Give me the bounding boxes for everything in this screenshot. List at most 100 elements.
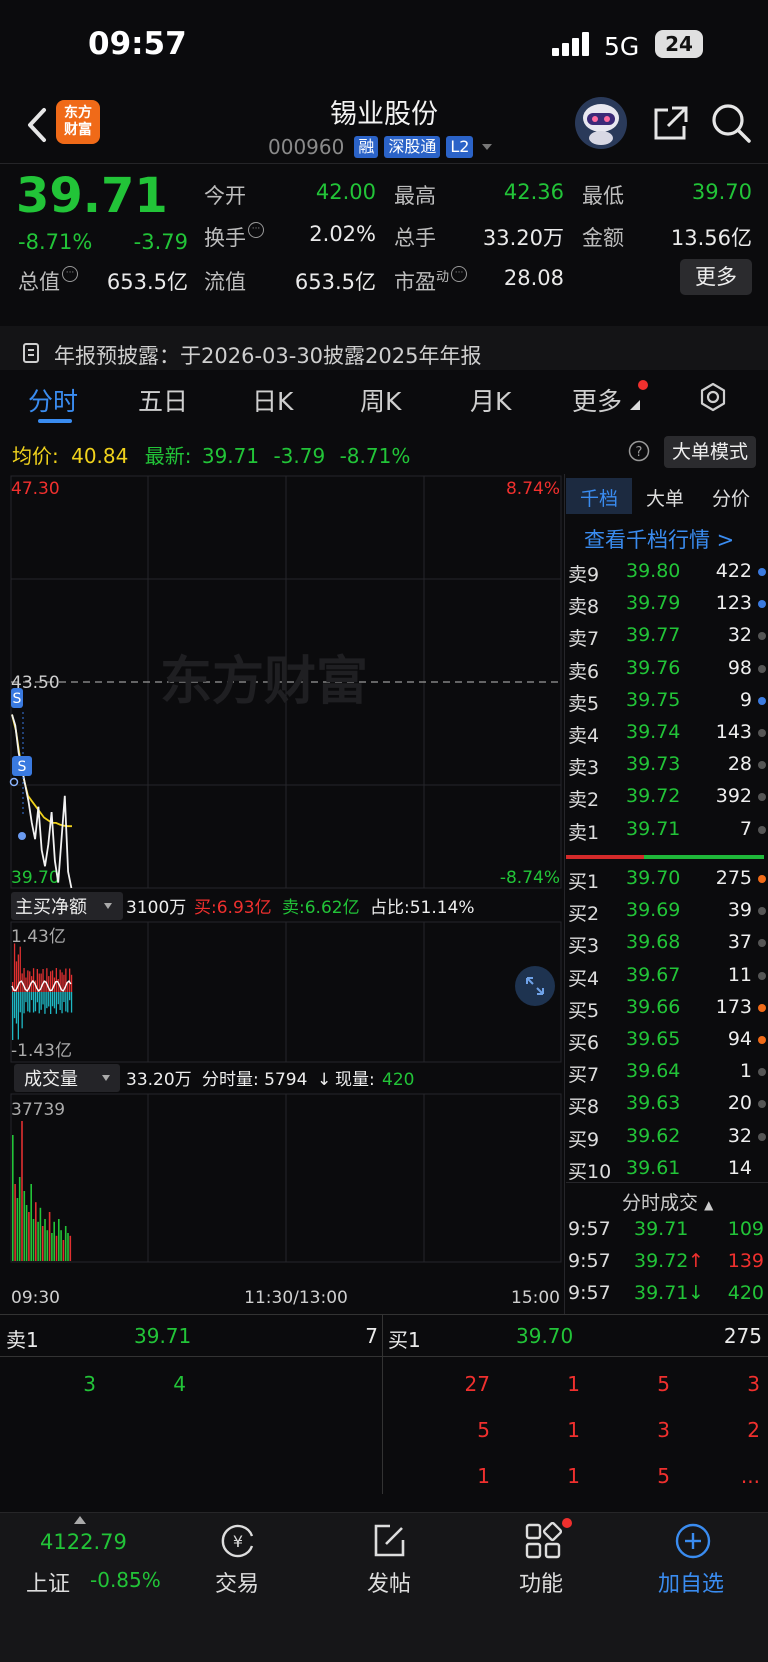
tab-weekly-k[interactable]: 周K <box>360 382 401 418</box>
more-button[interactable]: 更多 <box>680 259 752 295</box>
net-sell-bar <box>25 992 27 1003</box>
level-buy-price: 39.70 <box>516 1324 574 1348</box>
bid-row[interactable]: 买9 39.62 32 <box>566 1125 766 1157</box>
stock-subtitle[interactable]: 000960 融 深股通 L2 <box>268 134 495 160</box>
tab-5day[interactable]: 五日 <box>138 382 188 418</box>
volume-bar <box>23 1191 26 1261</box>
low-value: 39.70 <box>691 180 752 204</box>
buy-queue-item: ... <box>740 1464 760 1488</box>
trade-icon[interactable]: ¥ <box>218 1522 258 1560</box>
market-cap-label[interactable]: 总值 ··· <box>18 266 78 296</box>
latest-change: -3.79 <box>273 444 326 468</box>
net-sell-bar <box>27 992 29 1012</box>
current-price: 39.71 <box>16 168 168 224</box>
pct-axis-top: 8.74% <box>506 479 560 499</box>
nav-post[interactable]: 发帖 <box>334 1566 444 1598</box>
intraday-chart[interactable]: 东方财富 47.30 43.50 39.70 8.74% -8.74% S S … <box>0 474 564 1314</box>
tab-monthly-k[interactable]: 月K <box>470 382 511 418</box>
bid-row[interactable]: 买1 39.70 275 <box>566 867 766 899</box>
svg-text:?: ? <box>636 445 643 460</box>
ask-row[interactable]: 卖5 39.75 9 <box>566 689 766 721</box>
share-icon[interactable] <box>650 104 690 144</box>
header-divider <box>0 163 768 164</box>
change-percent: -8.71% <box>18 230 93 254</box>
net-buy-bar <box>19 946 21 992</box>
ticks-title[interactable]: 分时成交 ▲ <box>622 1188 713 1215</box>
level-sell-label: 卖1 <box>6 1328 39 1352</box>
bid-row[interactable]: 买8 39.63 20 <box>566 1092 766 1124</box>
index-change[interactable]: -0.85% <box>90 1568 161 1592</box>
big-order-mode-button[interactable]: 大单模式 <box>664 436 756 468</box>
net-buy-label[interactable]: 主买净额 <box>15 897 87 918</box>
robot-assistant-icon[interactable] <box>574 96 628 150</box>
help-icon[interactable]: ? <box>628 440 650 462</box>
add-watchlist-icon[interactable] <box>674 1522 712 1560</box>
orderbook-divider <box>564 474 565 1314</box>
ask-level-label: 卖3 <box>568 757 600 780</box>
tab-more[interactable]: 更多 <box>572 382 622 418</box>
bid-row[interactable]: 买2 39.69 39 <box>566 899 766 931</box>
net-sell-bar <box>32 992 35 1013</box>
net-sell-bar <box>12 992 14 1040</box>
open-label: 今开 <box>204 184 246 208</box>
net-sell-bar <box>42 992 44 1005</box>
tab-thousand-levels[interactable]: 千档 <box>580 484 618 511</box>
search-icon[interactable] <box>710 102 752 144</box>
tick-volume: 139 <box>727 1250 764 1272</box>
index-value[interactable]: 4122.79 <box>40 1530 127 1554</box>
bid-row[interactable]: 买5 39.66 173 <box>566 996 766 1028</box>
net-buy-bar <box>42 968 44 992</box>
bid-row[interactable]: 买4 39.67 11 <box>566 964 766 996</box>
pe-label[interactable]: 市盈动 ··· <box>394 266 468 296</box>
ask-row[interactable]: 卖6 39.76 98 <box>566 657 766 689</box>
volume-bar <box>69 1235 72 1261</box>
turnover-value: 2.02% <box>309 222 376 246</box>
bid-row[interactable]: 买7 39.64 1 <box>566 1060 766 1092</box>
level-divider-mid <box>0 1356 768 1357</box>
bid-row[interactable]: 买6 39.65 94 <box>566 1028 766 1060</box>
nav-trade[interactable]: 交易 <box>182 1566 292 1598</box>
nav-functions[interactable]: 功能 <box>486 1566 596 1598</box>
collapse-icon: ▲ <box>704 1198 714 1212</box>
network-label: 5G <box>604 32 640 61</box>
nav-add-watchlist[interactable]: 加自选 <box>636 1566 746 1598</box>
ask-row[interactable]: 卖3 39.73 28 <box>566 753 766 785</box>
ask-row[interactable]: 卖2 39.72 392 <box>566 785 766 817</box>
margin-tag: 融 <box>354 136 379 158</box>
net-buy-bar <box>46 968 48 992</box>
turnover-label[interactable]: 换手 ··· <box>204 222 264 252</box>
bid-price: 39.67 <box>626 963 681 986</box>
ask-volume: 9 <box>739 688 752 711</box>
notice-text[interactable]: 年报预披露：于2026-03-30披露2025年年报 <box>54 340 481 370</box>
volume-label[interactable]: 成交量 <box>24 1069 78 1090</box>
tab-price-split[interactable]: 分价 <box>712 484 750 511</box>
expand-button <box>515 966 555 1006</box>
bid-price: 39.62 <box>626 1124 681 1147</box>
tab-intraday[interactable]: 分时 <box>28 382 78 418</box>
ask-row[interactable]: 卖9 39.80 422 <box>566 560 766 592</box>
net-sell-bar <box>46 992 48 1009</box>
bid-row[interactable]: 买3 39.68 37 <box>566 931 766 963</box>
compose-icon[interactable] <box>370 1522 408 1560</box>
net-sell-bar <box>19 992 21 1013</box>
ask-row[interactable]: 卖4 39.74 143 <box>566 721 766 753</box>
now-volume-label: 现量: <box>335 1070 375 1090</box>
volume-bar <box>46 1230 49 1261</box>
index-name[interactable]: 上证 <box>26 1566 70 1598</box>
apps-icon[interactable] <box>524 1522 562 1560</box>
level-sell-vol: 7 <box>365 1324 378 1348</box>
volume-y-top: 37739 <box>11 1100 65 1120</box>
ask-row[interactable]: 卖1 39.71 7 <box>566 818 766 850</box>
net-sell-bar <box>21 992 23 1029</box>
tab-big-orders[interactable]: 大单 <box>646 484 684 511</box>
buy-queue-item: 5 <box>657 1464 670 1488</box>
gear-icon[interactable] <box>698 382 728 412</box>
tick-row: 9:57 39.71 109 <box>566 1218 766 1250</box>
now-volume-value: 420 <box>382 1070 414 1090</box>
tab-daily-k[interactable]: 日K <box>252 382 293 418</box>
ask-level-label: 卖7 <box>568 628 600 651</box>
bid-row[interactable]: 买10 39.61 14 <box>566 1157 766 1189</box>
ask-row[interactable]: 卖8 39.79 123 <box>566 592 766 624</box>
ask-row[interactable]: 卖7 39.77 32 <box>566 624 766 656</box>
view-thousand-levels-link[interactable]: 查看千档行情 > <box>584 524 734 554</box>
